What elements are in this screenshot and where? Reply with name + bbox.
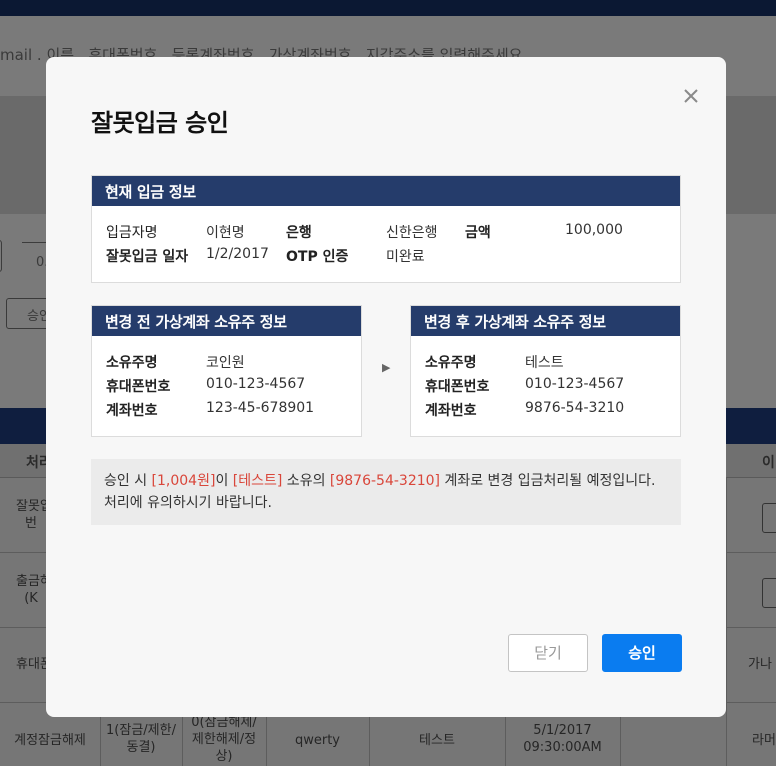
table-cell-type: 계정잠금해제 (14, 733, 86, 748)
owner-value: 코인원 (206, 355, 245, 371)
owner-label: 소유주명 (425, 355, 477, 371)
account-label: 계좌번호 (106, 403, 158, 419)
notice-line-1: 승인 시 [1,004원]이 [테스트] 소유의 [9876-54-3210] … (104, 470, 681, 492)
approval-notice: 승인 시 [1,004원]이 [테스트] 소유의 [9876-54-3210] … (91, 459, 681, 525)
table-cell-before: 1(잠금/제한/ 동결) (106, 723, 176, 755)
account-value: 123-45-678901 (206, 400, 315, 416)
depositor-label: 입금자명 (106, 225, 158, 241)
owner-label: 소유주명 (106, 355, 158, 371)
notice-line-2: 처리에 유의하시기 바랍니다. (104, 495, 272, 511)
bank-value: 신한은행 (386, 225, 438, 241)
search-field[interactable] (0, 240, 2, 272)
notice-owner: [테스트] (232, 473, 283, 489)
otp-label: OTP 인증 (286, 249, 349, 265)
table-cell-type: 출금허 (K (16, 574, 52, 606)
notice-text: 계좌로 변경 입금처리될 예정입니다. (440, 473, 656, 489)
bank-label: 은행 (286, 225, 312, 241)
account-label: 계좌번호 (425, 403, 477, 419)
depositor-value: 이현명 (206, 225, 245, 241)
table-cell-name: 테스트 (419, 733, 455, 748)
panel-header: 변경 전 가상계좌 소유주 정보 (92, 306, 361, 336)
otp-value: 미완료 (386, 249, 425, 265)
table-cell-after: 0(잠금해제/ 제한해제/정 상) (191, 715, 257, 764)
table-cell-user-id: qwerty (294, 733, 341, 748)
phone-value: 010-123-4567 (525, 376, 625, 392)
approval-modal: 잘못입금 승인 현재 입금 정보 입금자명 이현명 은행 신한은행 금액 100… (46, 57, 726, 717)
table-cell-processor: 가나 (748, 657, 772, 672)
table-cell-type: 휴대폰 (16, 657, 52, 672)
table-cell-processor: 라머 (752, 733, 776, 748)
account-value: 9876-54-3210 (525, 400, 625, 416)
top-navigation-bar (0, 0, 776, 16)
arrow-right-icon: ▶ (382, 361, 391, 374)
panel-header: 변경 후 가상계좌 소유주 정보 (411, 306, 680, 336)
column-header-name: 이 (762, 455, 775, 471)
close-button[interactable]: 닫기 (508, 634, 588, 672)
row-action-button[interactable] (762, 503, 776, 533)
panel-header: 현재 입금 정보 (92, 176, 680, 206)
phone-label: 휴대폰번호 (106, 379, 171, 395)
phone-label: 휴대폰번호 (425, 379, 490, 395)
wrong-deposit-date-label: 잘못입금 일자 (106, 249, 189, 265)
wrong-deposit-date-value: 1/2/2017 (206, 246, 269, 262)
notice-text: 이 (215, 473, 233, 489)
amount-label: 금액 (465, 225, 491, 241)
owner-value: 테스트 (525, 355, 564, 371)
table-cell-datetime: 5/1/2017 09:30:00AM (523, 723, 602, 755)
before-owner-info-panel: 변경 전 가상계좌 소유주 정보 소유주명 코인원 휴대폰번호 010-123-… (91, 305, 362, 437)
amount-value: 100,000 (565, 222, 623, 238)
notice-text: 승인 시 (104, 473, 152, 489)
notice-text: 소유의 (282, 473, 330, 489)
row-action-button[interactable] (762, 578, 776, 608)
phone-value: 010-123-4567 (206, 376, 306, 392)
approve-button[interactable]: 승인 (602, 634, 682, 672)
notice-account: [9876-54-3210] (329, 473, 441, 489)
table-cell-type: 잘못입 번 (16, 499, 52, 531)
column-divider (726, 478, 727, 766)
modal-title: 잘못입금 승인 (91, 109, 229, 137)
after-owner-info-panel: 변경 후 가상계좌 소유주 정보 소유주명 테스트 휴대폰번호 010-123-… (410, 305, 681, 437)
current-deposit-info-panel: 현재 입금 정보 입금자명 이현명 은행 신한은행 금액 100,000 잘못입… (91, 175, 681, 283)
notice-amount: [1,004원] (151, 473, 216, 489)
close-icon[interactable] (680, 85, 702, 107)
